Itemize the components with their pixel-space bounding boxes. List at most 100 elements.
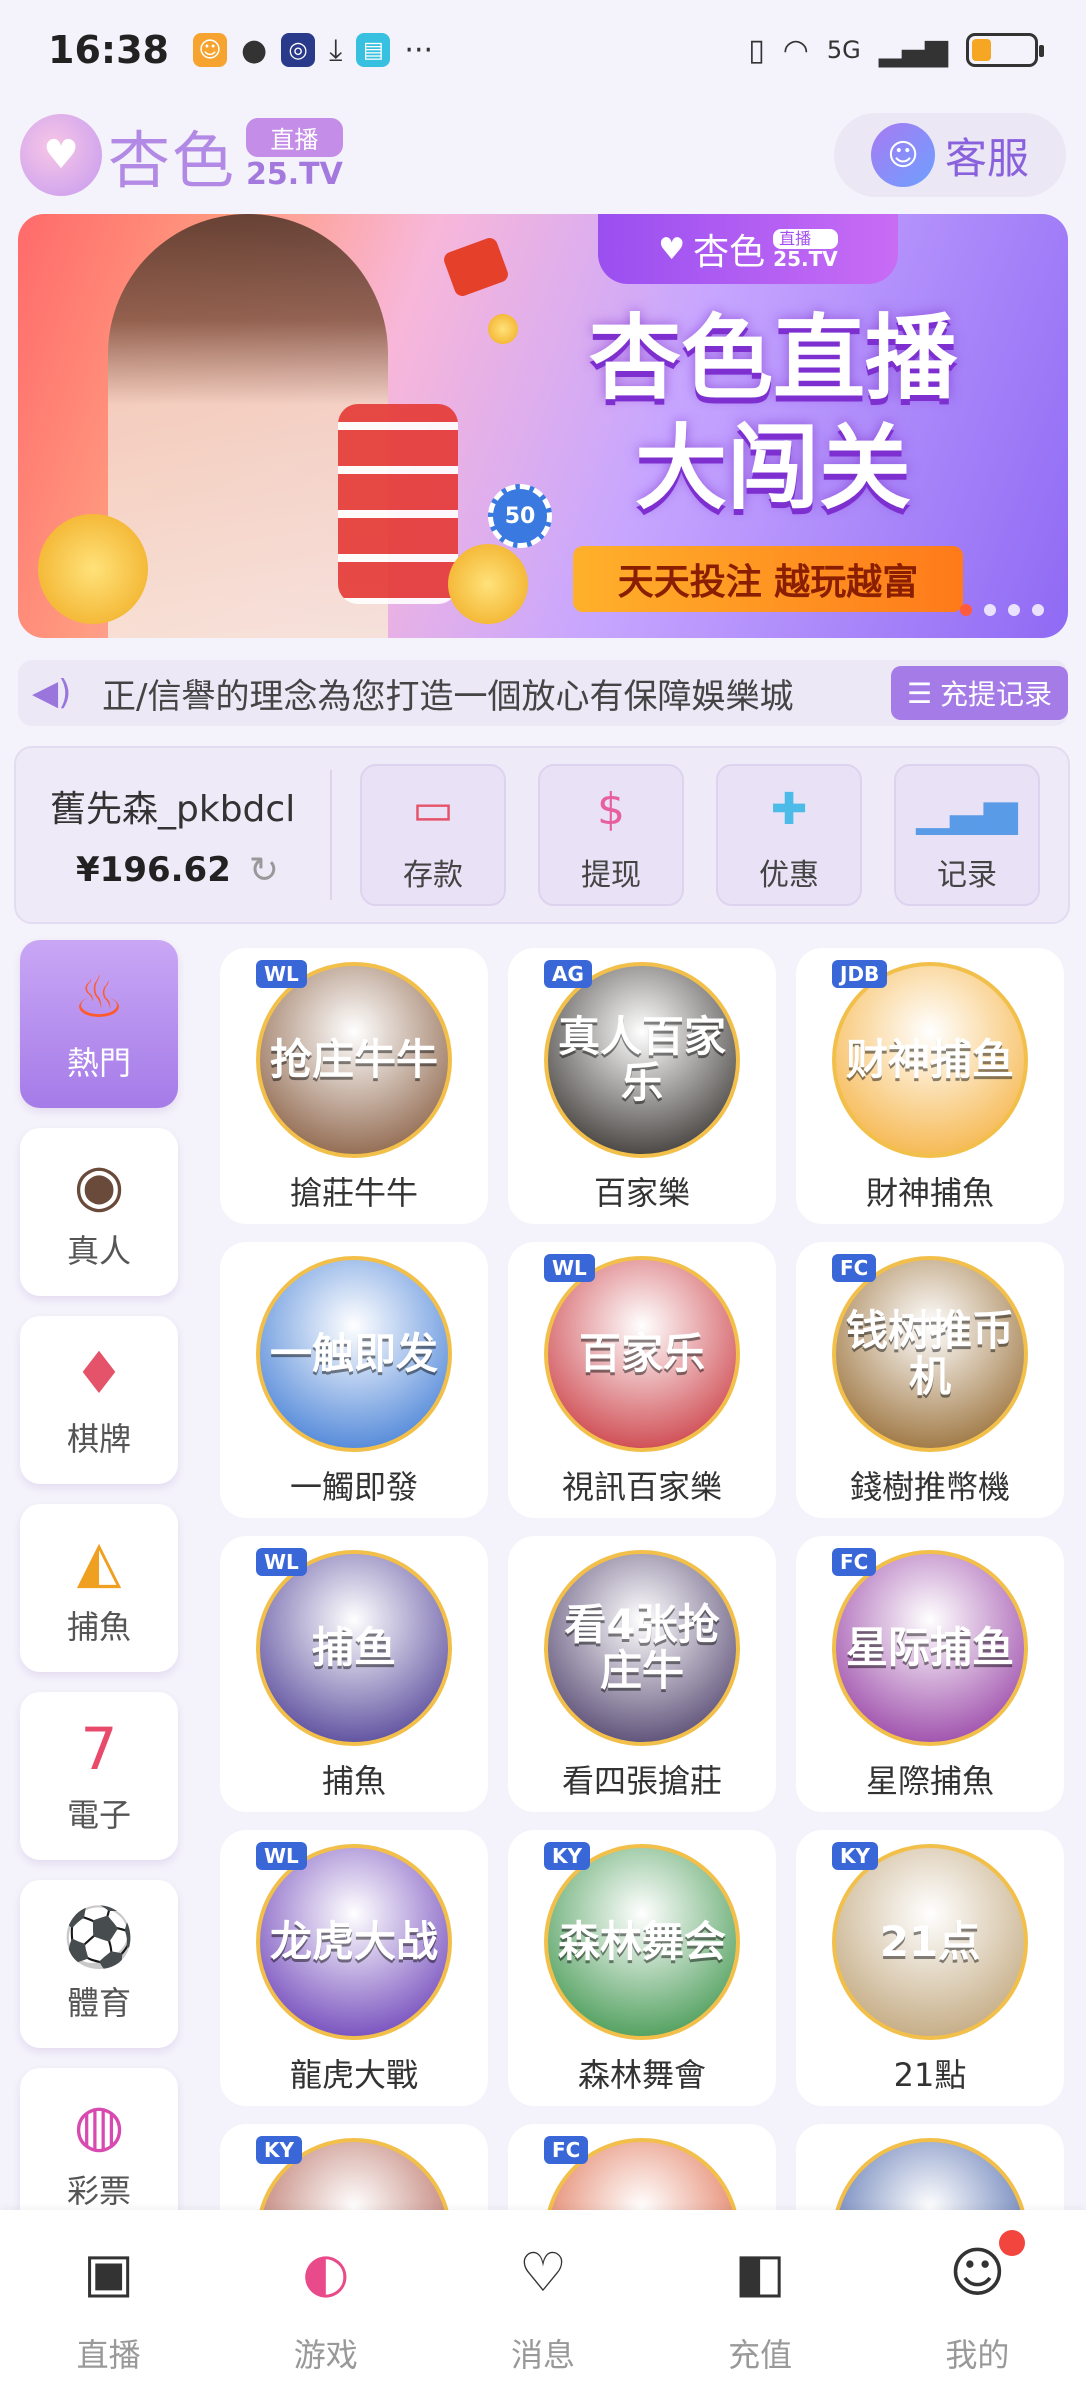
playing-card-icon: ♦ xyxy=(73,1339,125,1407)
deposit-withdraw-record-button[interactable]: ☰ 充提记录 xyxy=(890,666,1068,720)
wifi-icon: ◠ xyxy=(782,32,809,68)
logo-mark-icon: ♥ xyxy=(20,114,102,196)
provider-badge: WL xyxy=(256,1842,307,1870)
chip-icon: 50 xyxy=(488,484,552,548)
category-label: 捕魚 xyxy=(66,1608,131,1646)
game-card[interactable]: 钱树推币机 FC 錢樹推幣機 xyxy=(796,1242,1064,1518)
logo-text: 杏色 xyxy=(108,124,237,197)
banner-logo-badge: 直播 25.TV xyxy=(773,229,838,269)
balance-row: ¥196.62 ↻ xyxy=(76,850,330,891)
game-thumbnail-text: 财神捕鱼 xyxy=(846,1035,1015,1084)
game-thumbnail: 星际捕鱼 xyxy=(832,1550,1028,1746)
category-slots[interactable]: 7 電子 xyxy=(20,1692,178,1860)
game-thumbnail-text: 看4张抢庄牛 xyxy=(564,1600,720,1695)
banner-slogan: 天天投注 越玩越富 xyxy=(573,546,963,612)
game-card[interactable]: 百家乐 WL 視訊百家樂 xyxy=(508,1242,776,1518)
game-thumbnail: 一触即发 xyxy=(256,1256,452,1452)
banner-title: 杏色直播 大闯关 xyxy=(563,304,983,524)
game-thumbnail-text: 百家乐 xyxy=(578,1329,705,1378)
customer-service-button[interactable]: ☺ 客服 xyxy=(834,113,1066,197)
game-card[interactable]: 一触即发 一觸即發 xyxy=(220,1242,488,1518)
records-button[interactable]: ▁▃▅ 记录 xyxy=(894,764,1040,906)
category-live[interactable]: ◉ 真人 xyxy=(20,1128,178,1296)
action-label: 优惠 xyxy=(759,858,819,893)
book-icon: ▤ xyxy=(356,33,391,67)
carousel-indicator[interactable] xyxy=(960,604,1044,616)
nav-profile[interactable]: ☺ 我的 xyxy=(887,2230,1067,2376)
app-header: ♥ 杏色 直播 25.TV ☺ 客服 xyxy=(0,100,1086,210)
category-label: 棋牌 xyxy=(66,1420,131,1458)
provider-badge: WL xyxy=(544,1254,595,1282)
promo-banner[interactable]: 50 ♥ 杏色 直播 25.TV 杏色直播 大闯关 天天投注 越玩越富 xyxy=(18,214,1068,638)
nav-label: 游戏 xyxy=(293,2336,358,2374)
game-thumbnail: 捕鱼 xyxy=(256,1550,452,1746)
nav-label: 直播 xyxy=(76,2336,141,2374)
banner-logo-mark-icon: ♥ xyxy=(658,231,686,267)
announcement-text: 正/信譽的理念為您打造一個放心有保障娛樂城 xyxy=(102,676,794,717)
download-icon: ⤓ xyxy=(329,32,343,68)
game-name: 財神捕魚 xyxy=(865,1174,994,1212)
category-cards[interactable]: ♦ 棋牌 xyxy=(20,1316,178,1484)
game-name: 21點 xyxy=(893,2056,967,2094)
category-sports[interactable]: ⚽ 體育 xyxy=(20,1880,178,2048)
game-thumbnail: 森林舞会 xyxy=(544,1844,740,2040)
nav-live[interactable]: ▣ 直播 xyxy=(19,2236,199,2376)
category-fishing[interactable]: ◭ 捕魚 xyxy=(20,1504,178,1672)
logo-live-label: 直播 xyxy=(246,118,343,157)
carousel-dot[interactable] xyxy=(1008,604,1020,616)
carousel-dot[interactable] xyxy=(984,604,996,616)
game-card[interactable]: 抢庄牛牛 WL 搶莊牛牛 xyxy=(220,948,488,1224)
game-thumbnail-text: 龙虎大战 xyxy=(270,1917,439,1966)
game-card[interactable]: 财神捕鱼 JDB 財神捕魚 xyxy=(796,948,1064,1224)
app-notification-icon: ☺ xyxy=(192,33,227,67)
nav-messages[interactable]: ♡ 消息 xyxy=(453,2236,633,2376)
game-thumbnail: 看4张抢庄牛 xyxy=(544,1550,740,1746)
refresh-icon[interactable]: ↻ xyxy=(249,850,279,891)
game-card[interactable] xyxy=(796,2124,1064,2210)
app-notification-icon: ◎ xyxy=(281,33,316,67)
action-label: 记录 xyxy=(937,858,997,893)
game-name: 百家樂 xyxy=(593,1174,690,1212)
game-card[interactable]: 星际捕鱼 FC 星際捕魚 xyxy=(796,1536,1064,1812)
category-hot[interactable]: ♨ 熱門 xyxy=(20,940,178,1108)
game-name: 視訊百家樂 xyxy=(561,1468,722,1506)
game-name: 搶莊牛牛 xyxy=(289,1174,418,1212)
game-thumbnail: 财神捕鱼 xyxy=(832,962,1028,1158)
system-icons: ▯ ◠ 5G ▂▄▆ xyxy=(748,32,1044,68)
game-card[interactable]: 真人百家乐 AG 百家樂 xyxy=(508,948,776,1224)
nav-recharge[interactable]: ◧ 充值 xyxy=(670,2236,850,2376)
game-card[interactable]: 看4张抢庄牛 看四張搶莊 xyxy=(508,1536,776,1812)
game-card[interactable]: 森林舞会 KY 森林舞會 xyxy=(508,1830,776,2106)
game-thumbnail-text: 一触即发 xyxy=(270,1329,439,1378)
record-button-label: 充提记录 xyxy=(939,678,1052,711)
game-thumbnail: 抢庄牛牛 xyxy=(256,962,452,1158)
game-card[interactable]: 21点 KY 21點 xyxy=(796,1830,1064,2106)
provider-badge: KY xyxy=(256,2136,302,2164)
game-grid: 抢庄牛牛 WL 搶莊牛牛 真人百家乐 AG 百家樂 财神捕鱼 JDB 財神捕魚 一触即发 一觸即發百… xyxy=(220,948,1066,2210)
game-name: 一觸即發 xyxy=(289,1468,418,1506)
battery-icon xyxy=(966,33,1044,67)
game-card[interactable]: 龙虎大战 WL 龍虎大戰 xyxy=(220,1830,488,2106)
nav-games[interactable]: ◐ 游戏 xyxy=(236,2236,416,2376)
game-card[interactable]: KY xyxy=(220,2124,488,2210)
promotion-button[interactable]: ✚ 优惠 xyxy=(716,764,862,906)
carousel-dot[interactable] xyxy=(960,604,972,616)
category-label: 真人 xyxy=(66,1232,131,1270)
nav-label: 我的 xyxy=(945,2336,1010,2374)
category-label: 電子 xyxy=(66,1796,131,1834)
withdraw-button[interactable]: $ 提现 xyxy=(538,764,684,906)
category-label: 體育 xyxy=(66,1984,131,2022)
game-thumbnail: 百家乐 xyxy=(544,1256,740,1452)
game-card[interactable]: FC xyxy=(508,2124,776,2210)
carousel-dot[interactable] xyxy=(1032,604,1044,616)
logo-badge: 直播 25.TV xyxy=(246,118,343,192)
game-card[interactable]: 捕鱼 WL 捕魚 xyxy=(220,1536,488,1812)
announcement-bar: ◀) 正/信譽的理念為您打造一個放心有保障娛樂城 ☰ 充提记录 xyxy=(18,660,1068,726)
notification-badge xyxy=(999,2230,1026,2256)
headset-icon: ☺ xyxy=(870,123,935,187)
deposit-button[interactable]: ▭ 存款 xyxy=(360,764,506,906)
signal-icon: ▂▄▆ xyxy=(878,32,948,68)
camera-icon: ▣ xyxy=(83,2240,135,2304)
provider-badge: AG xyxy=(544,960,592,988)
message-icon: ● xyxy=(240,32,268,68)
